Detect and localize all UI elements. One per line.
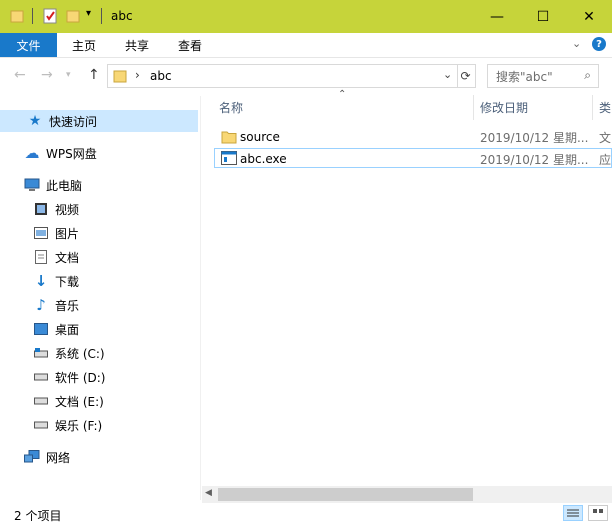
drive-icon [33, 393, 49, 409]
nav-item-pictures[interactable]: 图片 [33, 222, 79, 244]
refresh-icon[interactable]: ⟳ [456, 64, 476, 88]
network-icon [24, 449, 40, 465]
large-icons-view-icon[interactable] [588, 505, 608, 521]
close-button[interactable]: ✕ [566, 0, 612, 33]
nav-item-network[interactable]: 网络 [24, 446, 70, 468]
nav-item-documents[interactable]: 文档 [33, 246, 79, 268]
nav-item-drive-e[interactable]: 文档 (E:) [33, 390, 104, 412]
drive-icon [33, 417, 49, 433]
nav-item-music[interactable]: ♪ 音乐 [33, 294, 79, 316]
picture-icon [33, 225, 49, 241]
details-view-icon[interactable] [563, 505, 583, 521]
address-bar[interactable]: › abc ⌄ [107, 64, 458, 88]
folder-icon [10, 10, 24, 23]
minimize-button[interactable]: — [474, 0, 520, 33]
search-input[interactable]: 搜索"abc" ⌕ [487, 64, 599, 88]
divider [32, 8, 33, 24]
folder-icon [113, 70, 127, 83]
back-arrow-icon[interactable]: ← [14, 67, 26, 83]
nav-item-downloads[interactable]: ↓ 下载 [33, 270, 79, 292]
nav-item-drive-d[interactable]: 软件 (D:) [33, 366, 105, 388]
tab-share[interactable]: 共享 [116, 33, 158, 57]
scrollbar-thumb[interactable] [218, 488, 473, 501]
nav-item-label: 网络 [46, 450, 71, 465]
nav-item-label: 图片 [55, 226, 80, 241]
file-modified: 2019/10/12 星期... [480, 152, 589, 167]
column-divider[interactable] [473, 95, 474, 120]
drive-icon [33, 345, 49, 361]
nav-item-videos[interactable]: 视频 [33, 198, 79, 220]
file-type: 文 [599, 130, 612, 145]
nav-item-this-pc[interactable]: 此电脑 [24, 174, 82, 196]
address-dropdown-icon[interactable]: ⌄ [443, 68, 452, 81]
file-row[interactable]: source 2019/10/12 星期... 文 [214, 127, 612, 147]
item-count: 2 个项目 [14, 509, 62, 522]
nav-item-label: 软件 (D:) [55, 370, 106, 385]
nav-item-label: 视频 [55, 202, 80, 217]
drive-icon [33, 369, 49, 385]
nav-item-label: 文档 (E:) [55, 394, 104, 409]
tab-home[interactable]: 主页 [63, 33, 105, 57]
desktop-icon [33, 321, 49, 337]
path-separator-icon[interactable]: › [135, 68, 140, 82]
navigation-pane: ★ 快速访问 ☁ WPS网盘 此电脑 视频 图片 文档 ↓ 下载 ♪ 音乐 桌面… [0, 96, 201, 500]
nav-item-label: WPS网盘 [46, 146, 97, 161]
ribbon-tabs: 文件 主页 共享 查看 ⌄ ? [0, 33, 612, 58]
file-type: 应 [599, 152, 612, 167]
nav-item-desktop[interactable]: 桌面 [33, 318, 79, 340]
column-header-type[interactable]: 类 [599, 95, 611, 120]
title-bar: ▾ abc — ☐ ✕ [0, 0, 612, 33]
nav-item-label: 下载 [55, 274, 80, 289]
properties-icon[interactable] [42, 8, 58, 24]
new-folder-icon[interactable] [66, 8, 80, 24]
scroll-left-icon[interactable]: ◀ [205, 488, 212, 498]
explorer-window: ▾ abc — ☐ ✕ 文件 主页 共享 查看 ⌄ ? ← → ▾ ↑ › ab… [0, 0, 612, 522]
divider [101, 8, 102, 24]
customize-quick-access-icon[interactable]: ▾ [86, 8, 91, 24]
file-name[interactable]: abc.exe [240, 149, 287, 169]
tab-view[interactable]: 查看 [169, 33, 211, 57]
help-icon[interactable]: ? [592, 37, 606, 51]
address-current-folder[interactable]: abc [150, 69, 172, 83]
horizontal-scrollbar[interactable]: ◀ [202, 486, 612, 503]
cloud-icon: ☁ [24, 144, 40, 162]
up-arrow-icon[interactable]: ↑ [88, 67, 100, 83]
maximize-button[interactable]: ☐ [520, 0, 566, 33]
computer-icon [24, 177, 40, 193]
sort-ascending-icon: ⌃ [338, 89, 347, 100]
nav-item-label: 文档 [55, 250, 80, 265]
status-bar: 2 个项目 [0, 504, 612, 522]
star-icon: ★ [28, 113, 42, 129]
forward-arrow-icon[interactable]: → [41, 67, 53, 83]
search-icon[interactable]: ⌕ [584, 68, 591, 83]
file-row[interactable]: abc.exe 2019/10/12 星期... 应 [214, 148, 612, 168]
music-note-icon: ♪ [36, 296, 46, 314]
window-title: abc [111, 9, 133, 23]
folder-icon [221, 131, 237, 144]
recent-locations-icon[interactable]: ▾ [66, 70, 71, 80]
video-icon [33, 201, 49, 217]
nav-item-label: 桌面 [55, 322, 80, 337]
nav-item-label: 此电脑 [46, 178, 83, 193]
column-header-modified[interactable]: 修改日期 [480, 95, 528, 120]
document-icon [33, 249, 49, 265]
nav-item-wps-drive[interactable]: ☁ WPS网盘 [24, 142, 97, 164]
nav-item-label: 系统 (C:) [55, 346, 105, 361]
column-header-name[interactable]: 名称 [219, 95, 243, 120]
file-modified: 2019/10/12 星期... [480, 130, 589, 145]
nav-item-label: 快速访问 [49, 114, 98, 129]
chevron-down-icon[interactable]: ⌄ [572, 37, 581, 50]
nav-item-drive-c[interactable]: 系统 (C:) [33, 342, 105, 364]
column-divider[interactable] [592, 95, 593, 120]
tab-file[interactable]: 文件 [0, 33, 57, 57]
nav-item-label: 音乐 [55, 298, 80, 313]
nav-item-drive-f[interactable]: 娱乐 (F:) [33, 414, 102, 436]
search-placeholder: 搜索"abc" [496, 69, 553, 84]
exe-icon [221, 151, 237, 165]
download-arrow-icon: ↓ [34, 272, 48, 290]
file-name[interactable]: source [240, 127, 280, 147]
nav-item-quick-access[interactable]: ★ 快速访问 [27, 110, 97, 132]
nav-item-label: 娱乐 (F:) [55, 418, 103, 433]
